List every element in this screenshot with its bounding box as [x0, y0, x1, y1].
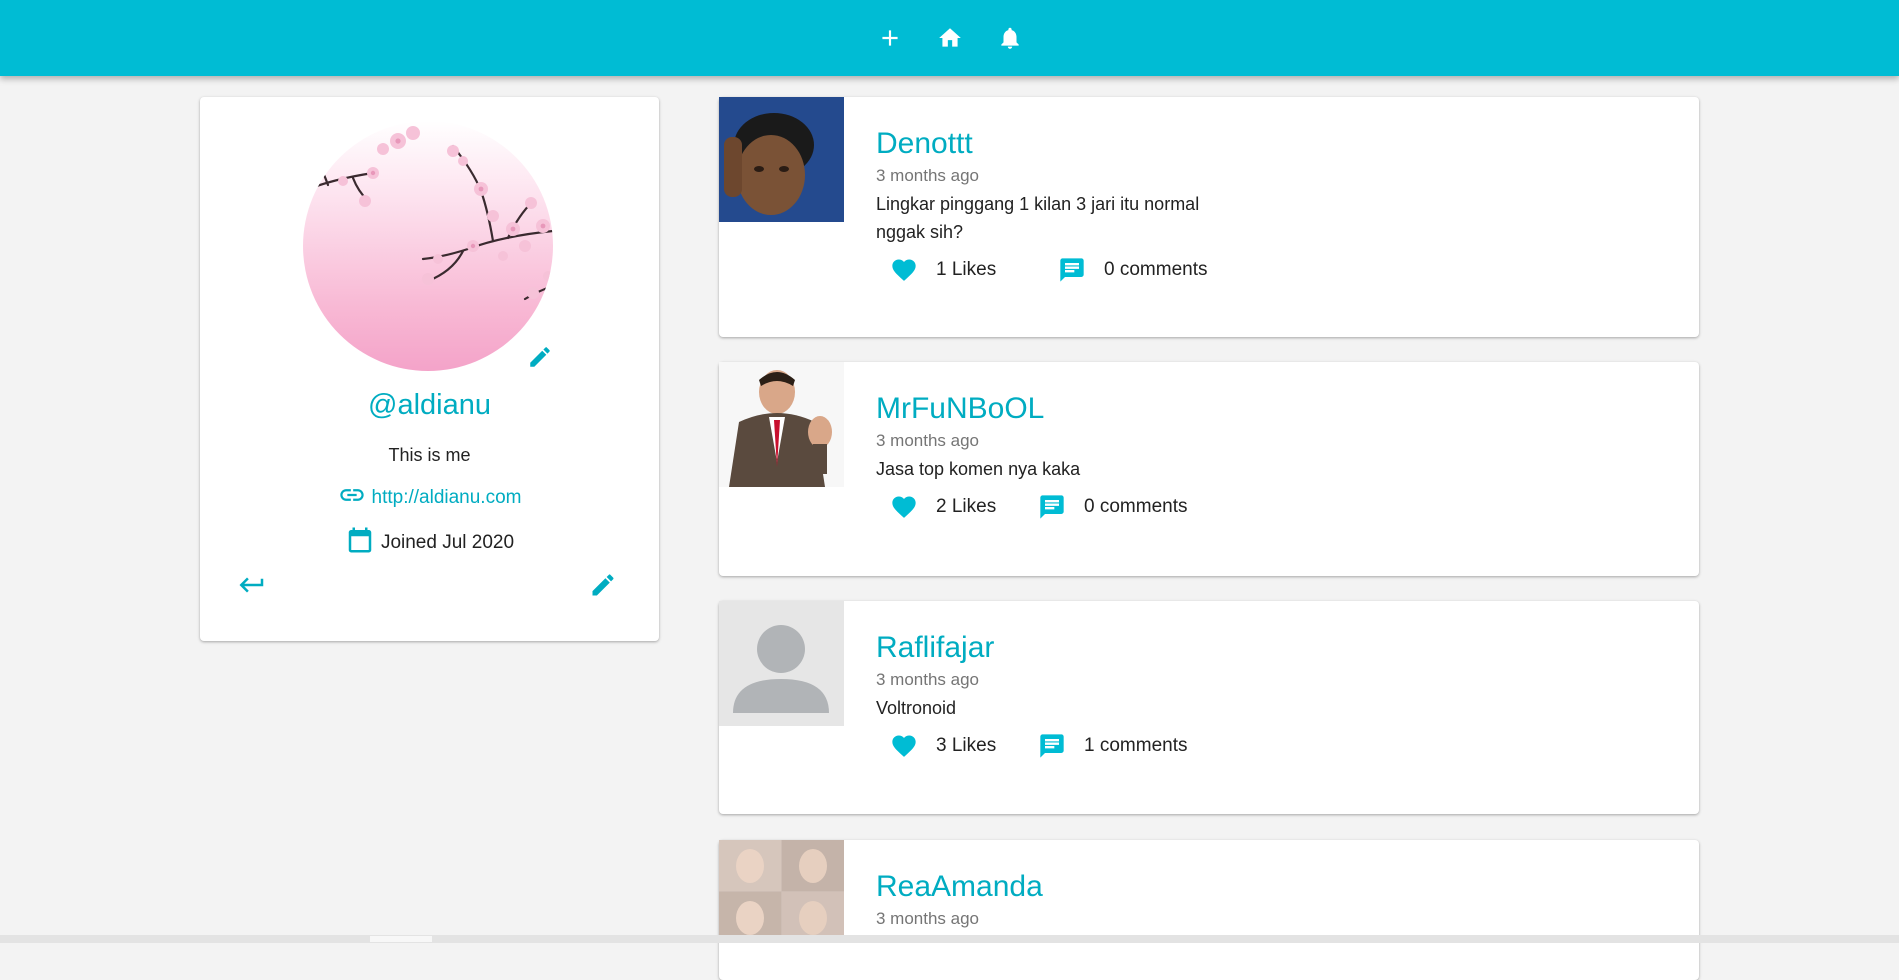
post-avatar[interactable]	[719, 362, 844, 487]
scrollbar-thumb[interactable]	[370, 936, 432, 942]
like-button[interactable]: 1 Likes	[890, 256, 1058, 284]
profile-bio: This is me	[388, 445, 471, 465]
like-button[interactable]: 2 Likes	[890, 493, 1038, 521]
comments-button[interactable]: 0 comments	[1058, 256, 1207, 284]
heart-icon	[892, 496, 916, 518]
website-link[interactable]: http://aldianu.com	[372, 487, 522, 509]
bell-icon	[1001, 27, 1019, 49]
post-card: Denottt 3 months ago Lingkar pinggang 1 …	[719, 97, 1699, 337]
calendar-icon	[345, 525, 375, 561]
post-card: MrFuNBoOL 3 months ago Jasa top komen ny…	[719, 362, 1699, 576]
comments-button[interactable]: 0 comments	[1038, 493, 1187, 521]
comment-count: 0 comments	[1084, 496, 1188, 517]
heart-icon	[892, 735, 916, 757]
logout-button[interactable]	[234, 567, 270, 603]
top-app-bar	[0, 0, 1899, 76]
horizontal-scrollbar[interactable]	[0, 935, 1899, 943]
like-count: 2 Likes	[936, 496, 997, 517]
post-avatar[interactable]	[719, 97, 844, 222]
pencil-icon	[592, 574, 614, 596]
profile-handle-link[interactable]: @aldianu	[200, 389, 659, 422]
like-button[interactable]: 3 Likes	[890, 732, 1038, 760]
post-card: ReaAmanda 3 months ago	[719, 840, 1699, 980]
return-arrow-icon	[239, 577, 264, 593]
post-timestamp: 3 months ago	[876, 431, 980, 450]
post-username[interactable]: MrFuNBoOL	[876, 392, 1656, 426]
comment-icon	[1040, 734, 1064, 758]
post-card: Raflifajar 3 months ago Voltronoid 3 Lik…	[719, 601, 1699, 814]
post-username[interactable]: ReaAmanda	[876, 870, 1656, 904]
comments-button[interactable]: 1 comments	[1038, 732, 1187, 760]
like-count: 3 Likes	[936, 735, 997, 756]
post-username[interactable]: Raflifajar	[876, 631, 1656, 665]
add-post-button[interactable]	[870, 18, 910, 58]
joined-row: Joined Jul 2020	[200, 525, 659, 561]
notifications-button[interactable]	[990, 18, 1030, 58]
home-button[interactable]	[930, 18, 970, 58]
post-body: Lingkar pinggang 1 kilan 3 jari itu norm…	[876, 194, 1200, 242]
comment-icon	[1040, 495, 1064, 519]
post-username[interactable]: Denottt	[876, 127, 1656, 161]
profile-card: @aldianu This is me http://aldianu.com J…	[200, 97, 659, 641]
default-user-icon	[719, 601, 844, 726]
post-avatar[interactable]	[719, 601, 844, 726]
post-timestamp: 3 months ago	[876, 909, 980, 928]
comment-icon	[1060, 258, 1084, 282]
heart-icon	[892, 259, 916, 281]
home-icon	[939, 28, 961, 47]
edit-profile-button[interactable]	[585, 567, 621, 603]
pencil-icon	[530, 347, 550, 367]
edit-avatar-button[interactable]	[524, 341, 556, 373]
post-body: Jasa top komen nya kaka	[876, 459, 1081, 479]
comment-count: 1 comments	[1084, 735, 1188, 756]
post-body: Voltronoid	[876, 698, 957, 718]
post-timestamp: 3 months ago	[876, 166, 980, 185]
joined-date: Joined Jul 2020	[380, 532, 515, 553]
profile-avatar	[303, 121, 553, 371]
cherry-blossom-illustration	[303, 126, 553, 301]
plus-icon	[882, 30, 898, 46]
post-timestamp: 3 months ago	[876, 670, 980, 689]
link-icon	[338, 481, 366, 514]
website-row: http://aldianu.com	[200, 481, 659, 514]
post-avatar[interactable]	[719, 840, 844, 943]
comment-count: 0 comments	[1104, 259, 1208, 280]
like-count: 1 Likes	[936, 259, 997, 280]
